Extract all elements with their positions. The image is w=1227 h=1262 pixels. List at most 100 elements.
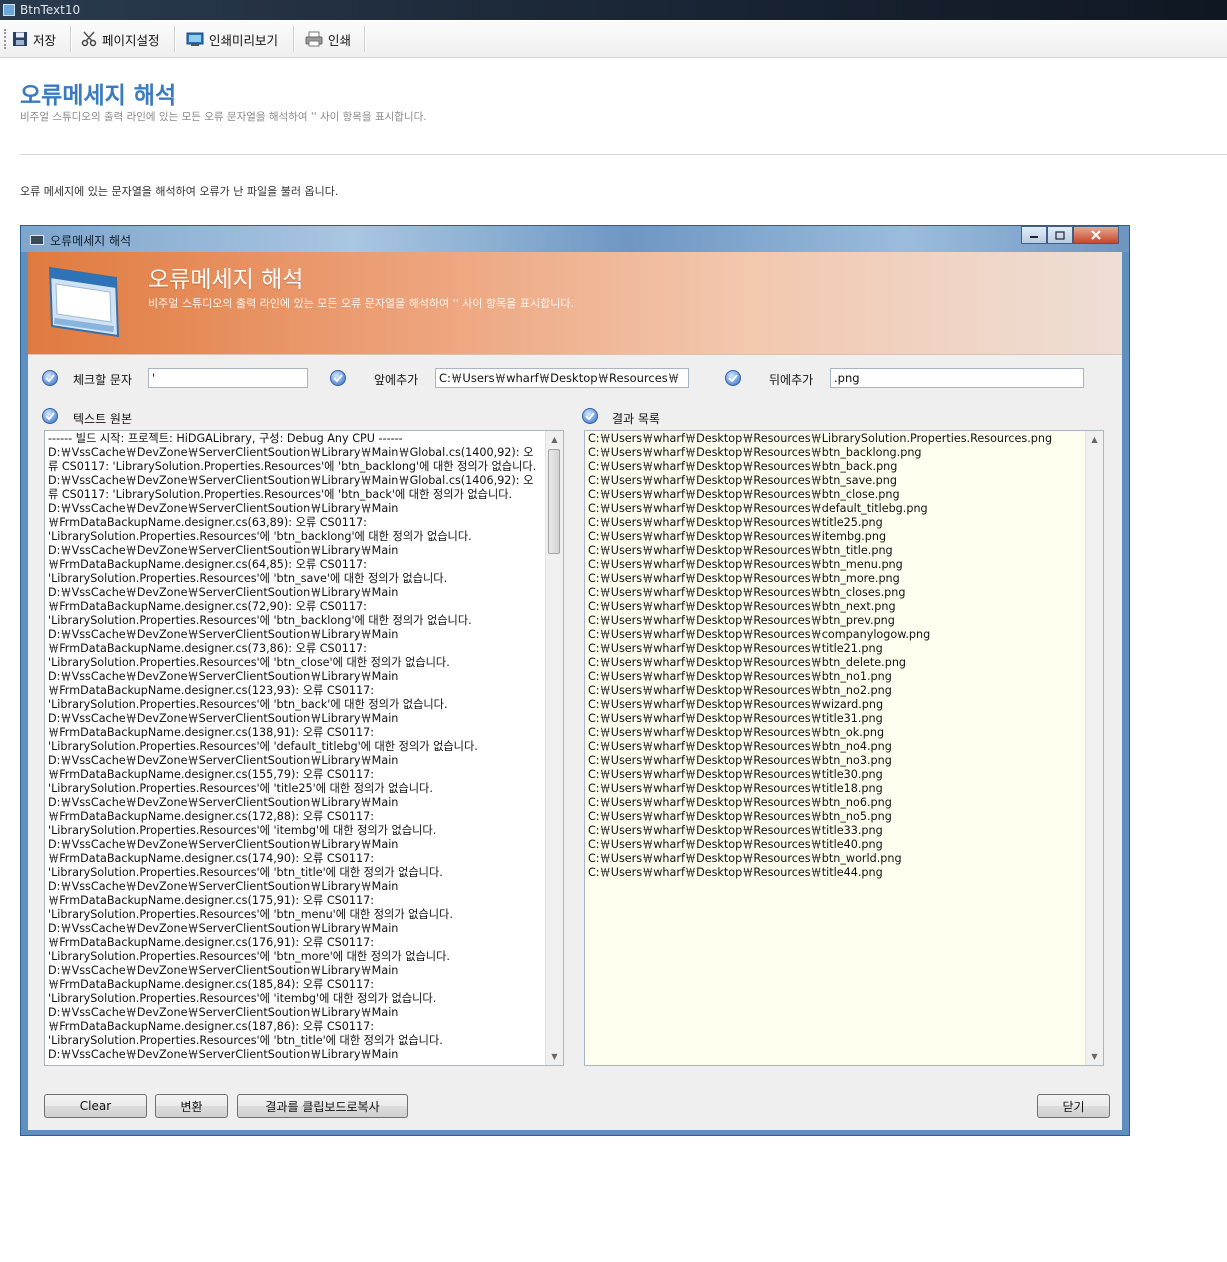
text-line: C:￦Users￦wharf￦Desktop￦Resources￦btn_clo…	[588, 586, 906, 599]
source-textarea[interactable]: ------ 빌드 시작: 프로젝트: HiDGALibrary, 구성: De…	[44, 430, 564, 1066]
text-line: 'LibrarySolution.Properties.Resources'에 …	[48, 572, 448, 585]
text-line: D:￦VssCache￦DevZone￦ServerClientSoution￦…	[48, 964, 399, 977]
scroll-down-icon[interactable]: ▼	[546, 1048, 563, 1065]
text-line: C:￦Users￦wharf￦Desktop￦Resources￦btn_bac…	[588, 460, 898, 473]
text-line: D:￦VssCache￦DevZone￦ServerClientSoution￦…	[48, 446, 534, 459]
text-line: D:￦VssCache￦DevZone￦ServerClientSoution￦…	[48, 1048, 399, 1061]
text-line: D:￦VssCache￦DevZone￦ServerClientSoution￦…	[48, 838, 399, 851]
copy-to-clipboard-button[interactable]: 결과를 클립보드로복사	[237, 1094, 408, 1118]
scissors-icon	[81, 31, 97, 47]
scroll-up-icon[interactable]: ▲	[1086, 431, 1103, 448]
save-button[interactable]: 저장	[12, 27, 56, 51]
text-line: 'LibrarySolution.Properties.Resources'에 …	[48, 1034, 443, 1047]
source-indicator	[42, 408, 58, 424]
toolbar-grip[interactable]	[4, 29, 8, 49]
text-line: C:￦Users￦wharf￦Desktop￦Resources￦title31…	[588, 712, 883, 725]
page-setup-label: 페이지설정	[102, 32, 160, 48]
text-line: D:￦VssCache￦DevZone￦ServerClientSoution￦…	[48, 502, 399, 515]
source-scrollbar[interactable]: ▲ ▼	[545, 431, 563, 1065]
text-line: 류 CS0117: 'LibrarySolution.Properties.Re…	[48, 488, 513, 501]
text-line: 'LibrarySolution.Properties.Resources'에 …	[48, 740, 478, 753]
text-line: ￦FrmDataBackupName.designer.cs(73,86): 오…	[48, 642, 367, 655]
text-line: ￦FrmDataBackupName.designer.cs(185,84): …	[48, 978, 374, 991]
text-line: ￦FrmDataBackupName.designer.cs(72,90): 오…	[48, 600, 367, 613]
check-char-input[interactable]	[148, 368, 308, 388]
banner: 오류메세지 해석 비주얼 스튜디오의 출력 라인에 있는 모든 오류 문자열을 …	[28, 252, 1122, 355]
text-line: ------ 빌드 시작: 프로젝트: HiDGALibrary, 구성: De…	[48, 432, 403, 445]
print-label: 인쇄	[328, 32, 352, 48]
text-line: C:￦Users￦wharf￦Desktop￦Resources￦title21…	[588, 642, 883, 655]
text-line: 'LibrarySolution.Properties.Resources'에 …	[48, 908, 453, 921]
text-line: D:￦VssCache￦DevZone￦ServerClientSoution￦…	[48, 922, 399, 935]
text-line: C:￦Users￦wharf￦Desktop￦Resources￦btn_no3…	[588, 754, 892, 767]
floppy-disk-icon	[13, 32, 27, 46]
minimize-button[interactable]	[1021, 226, 1047, 244]
minimize-icon	[1030, 236, 1038, 238]
text-line: ￦FrmDataBackupName.designer.cs(138,91): …	[48, 726, 374, 739]
print-button[interactable]: 인쇄	[305, 27, 351, 51]
text-line: 'LibrarySolution.Properties.Resources'에 …	[48, 824, 437, 837]
text-line: C:￦Users￦wharf￦Desktop￦Resources￦btn_nex…	[588, 600, 896, 613]
text-line: D:￦VssCache￦DevZone￦ServerClientSoution￦…	[48, 628, 399, 641]
result-scrollbar[interactable]: ▲ ▼	[1085, 431, 1103, 1065]
text-line: C:￦Users￦wharf￦Desktop￦Resources￦itembg.…	[588, 530, 887, 543]
toolbar-separator	[70, 26, 72, 52]
result-indicator	[582, 408, 598, 424]
prefix-indicator	[330, 370, 346, 386]
page-setup-button[interactable]: 페이지설정	[81, 27, 160, 51]
toolbar-separator	[364, 26, 366, 52]
window-close-button[interactable]	[1073, 226, 1119, 244]
check-char-label: 체크할 문자	[73, 373, 133, 387]
window-caption[interactable]: 오류메세지 해석	[21, 226, 1129, 252]
clear-button[interactable]: Clear	[44, 1094, 147, 1118]
text-line: C:￦Users￦wharf￦Desktop￦Resources￦btn_del…	[588, 656, 907, 669]
prefix-input[interactable]	[435, 368, 689, 388]
suffix-input[interactable]	[830, 368, 1084, 388]
scroll-thumb[interactable]	[548, 449, 560, 554]
convert-button[interactable]: 변환	[155, 1094, 228, 1118]
print-preview-label: 인쇄미리보기	[209, 32, 279, 48]
save-label: 저장	[33, 32, 57, 48]
text-line: C:￦Users￦wharf￦Desktop￦Resources￦title25…	[588, 516, 883, 529]
text-line: C:￦Users￦wharf￦Desktop￦Resources￦btn_no2…	[588, 684, 892, 697]
text-line: C:￦Users￦wharf￦Desktop￦Resources￦btn_men…	[588, 558, 903, 571]
page-subtitle: 비주얼 스튜디오의 출력 라인에 있는 모든 오류 문자열을 해석하여 '' 사…	[20, 111, 427, 123]
source-text: ------ 빌드 시작: 프로젝트: HiDGALibrary, 구성: De…	[48, 432, 545, 1062]
text-line: ￦FrmDataBackupName.designer.cs(64,85): 오…	[48, 558, 367, 571]
checkmark-icon	[333, 374, 343, 383]
checkmark-icon	[45, 374, 55, 383]
text-line: 'LibrarySolution.Properties.Resources'에 …	[48, 614, 472, 627]
page-title: 오류메세지 해석	[20, 83, 177, 109]
error-parser-window: 오류메세지 해석 오류메세지 해석 비주얼 스튜디오의 출력 라인에 있는 모든…	[20, 225, 1130, 1136]
print-preview-button[interactable]: 인쇄미리보기	[186, 27, 278, 51]
app-icon	[3, 4, 15, 16]
text-line: 류 CS0117: 'LibrarySolution.Properties.Re…	[48, 460, 537, 473]
window-app-icon	[48, 266, 120, 338]
checkmark-icon	[728, 374, 738, 383]
result-textarea[interactable]: C:￦Users￦wharf￦Desktop￦Resources￦Library…	[584, 430, 1104, 1066]
suffix-indicator	[725, 370, 741, 386]
text-line: C:￦Users￦wharf￦Desktop￦Resources￦btn_sav…	[588, 474, 897, 487]
text-line: 'LibrarySolution.Properties.Resources'에 …	[48, 698, 448, 711]
text-line: 'LibrarySolution.Properties.Resources'에 …	[48, 950, 450, 963]
text-line: D:￦VssCache￦DevZone￦ServerClientSoution￦…	[48, 586, 399, 599]
scroll-up-icon[interactable]: ▲	[546, 431, 563, 448]
app-title: BtnText10	[20, 3, 81, 17]
text-line: 'LibrarySolution.Properties.Resources'에 …	[48, 782, 433, 795]
text-line: C:￦Users￦wharf￦Desktop￦Resources￦btn_wor…	[588, 852, 902, 865]
banner-subtitle: 비주얼 스튜디오의 출력 라인에 있는 모든 오류 문자열을 해석하여 '' 사…	[148, 297, 574, 310]
text-line: 'LibrarySolution.Properties.Resources'에 …	[48, 656, 450, 669]
text-line: D:￦VssCache￦DevZone￦ServerClientSoution￦…	[48, 880, 399, 893]
text-line: C:￦Users￦wharf￦Desktop￦Resources￦btn_pre…	[588, 614, 895, 627]
text-line: C:￦Users￦wharf￦Desktop￦Resources￦Library…	[588, 432, 1053, 445]
maximize-button[interactable]	[1047, 226, 1073, 244]
checkmark-icon	[585, 412, 595, 421]
text-line: ￦FrmDataBackupName.designer.cs(63,89): 오…	[48, 516, 367, 529]
text-line: 'LibrarySolution.Properties.Resources'에 …	[48, 866, 443, 879]
scroll-down-icon[interactable]: ▼	[1086, 1048, 1103, 1065]
text-line: D:￦VssCache￦DevZone￦ServerClientSoution￦…	[48, 474, 534, 487]
close-button[interactable]: 닫기	[1037, 1094, 1110, 1118]
checkmark-icon	[45, 412, 55, 421]
text-line: D:￦VssCache￦DevZone￦ServerClientSoution￦…	[48, 544, 399, 557]
text-line: C:￦Users￦wharf￦Desktop￦Resources￦btn_clo…	[588, 488, 900, 501]
